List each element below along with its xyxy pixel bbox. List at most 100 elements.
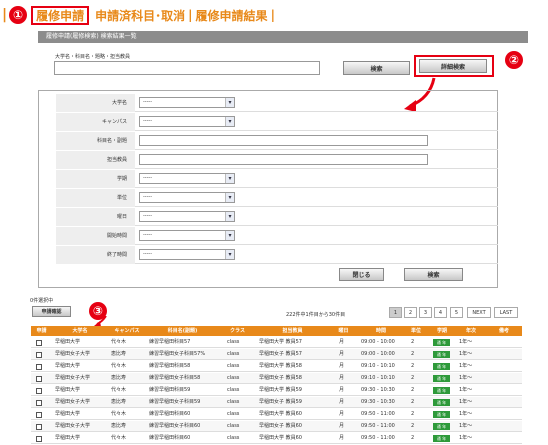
search-button[interactable]: 検索	[343, 61, 410, 75]
pager-button[interactable]: 4	[434, 307, 447, 318]
column-header[interactable]: 科目名(副題)	[146, 326, 219, 336]
table-row[interactable]: 早稲田女子大学 恵比寿 練習早稲田女子科目60 class 早稲田女子 教員60 月 09:…	[31, 421, 522, 432]
table-row[interactable]: 早稲田女子大学 恵比寿 練習早稲田女子科目58 class 早稲田女子 教員58 月 09:…	[31, 373, 522, 384]
chevron-down-icon[interactable]: ▾	[225, 174, 234, 183]
column-header[interactable]: キャンパス	[108, 326, 146, 336]
cell-univ: 早稲田女子大学	[55, 399, 91, 405]
tab-course-application[interactable]: 履修申請	[31, 5, 90, 25]
apply-checkbox[interactable]	[36, 352, 42, 358]
tab-application-results[interactable]: 履修申請結果	[196, 7, 268, 24]
column-header[interactable]: 年次	[456, 326, 486, 336]
term-badge: 通 年	[433, 375, 450, 382]
cell-subject: 練習早稲田女子科目57%	[149, 351, 206, 357]
apply-checkbox[interactable]	[36, 424, 42, 430]
cell-year: 1年～	[459, 399, 473, 405]
form-select[interactable]: ----- ▾	[139, 249, 235, 260]
cell-teacher: 早稲田大学 教員60	[259, 435, 302, 441]
form-select[interactable]: ----- ▾	[139, 211, 235, 222]
cell-univ: 早稲田大学	[55, 435, 81, 441]
term-badge: 通 年	[433, 339, 450, 346]
form-label: キャンパス	[56, 113, 135, 131]
cell-time: 09:10 - 10:10	[361, 375, 395, 381]
term-badge: 通 年	[433, 423, 450, 430]
column-header[interactable]: 備考	[486, 326, 522, 336]
column-header[interactable]: 申請	[31, 326, 52, 336]
table-row[interactable]: 早稲田女子大学 恵比寿 練習早稲田女子科目57% class 早稲田女子 教員57 月 09…	[31, 349, 522, 360]
cell-year: 1年～	[459, 351, 473, 357]
cell-univ: 早稲田大学	[55, 363, 81, 369]
column-header[interactable]: 担当教員	[256, 326, 329, 336]
term-badge: 通 年	[433, 435, 450, 442]
select-value: -----	[143, 213, 153, 219]
pager-button[interactable]: NEXT	[467, 307, 491, 318]
tab-applied-courses[interactable]: 申請済科目･取消	[95, 7, 185, 24]
table-row[interactable]: 早稲田大学 代々木 練習早稲田科目57 class 早稲田大学 教員57 月 09:00 -…	[31, 337, 522, 348]
cell-class: class	[227, 423, 240, 429]
table-row[interactable]: 早稲田女子大学 恵比寿 練習早稲田女子科目59 class 早稲田女子 教員59 月 09:…	[31, 397, 522, 408]
form-select[interactable]: ----- ▾	[139, 173, 235, 184]
apply-checkbox[interactable]	[36, 340, 42, 346]
cell-time: 09:30 - 10:30	[361, 399, 395, 405]
table-row[interactable]: 早稲田大学 代々木 練習早稲田科目59 class 早稲田大学 教員59 月 09:30 -…	[31, 385, 522, 396]
form-label: 単位	[56, 189, 135, 207]
chevron-down-icon[interactable]: ▾	[225, 250, 234, 259]
apply-checkbox[interactable]	[36, 436, 42, 442]
form-select[interactable]: ----- ▾	[139, 192, 235, 203]
cell-subject: 練習早稲田科目60	[149, 435, 191, 441]
chevron-down-icon[interactable]: ▾	[225, 231, 234, 240]
column-header[interactable]: 大学名	[52, 326, 108, 336]
cell-subject: 練習早稲田科目59	[149, 387, 191, 393]
apply-confirm-button[interactable]: 申請確認	[32, 306, 71, 317]
column-header[interactable]: 曜日	[329, 326, 358, 336]
pager-button[interactable]: 5	[450, 307, 463, 318]
cell-class: class	[227, 363, 240, 369]
pager-button[interactable]: LAST	[494, 307, 518, 318]
column-header[interactable]: 単位	[404, 326, 428, 336]
column-header[interactable]: クラス	[219, 326, 256, 336]
cell-subject: 練習早稲田科目60	[149, 411, 191, 417]
cell-campus: 代々木	[111, 435, 127, 441]
apply-checkbox[interactable]	[36, 412, 42, 418]
apply-checkbox[interactable]	[36, 400, 42, 406]
chevron-down-icon[interactable]: ▾	[225, 117, 234, 126]
pager-button[interactable]: 3	[419, 307, 432, 318]
chevron-down-icon[interactable]: ▾	[225, 98, 234, 107]
selected-count: 0件選択中	[30, 298, 54, 304]
form-label: 終了時間	[56, 246, 135, 264]
column-header[interactable]: 学期	[428, 326, 456, 336]
form-text-input[interactable]	[139, 135, 428, 146]
cell-unit: 2	[411, 399, 415, 405]
form-search-button[interactable]: 検索	[404, 268, 463, 281]
cell-univ: 早稲田大学	[55, 411, 81, 417]
pager-button[interactable]: 2	[404, 307, 417, 318]
apply-checkbox[interactable]	[36, 388, 42, 394]
cell-time: 09:10 - 10:10	[361, 363, 395, 369]
select-value: -----	[143, 194, 153, 200]
apply-checkbox[interactable]	[36, 376, 42, 382]
chevron-down-icon[interactable]: ▾	[225, 193, 234, 202]
select-value: -----	[143, 232, 153, 238]
close-button[interactable]: 閉じる	[339, 268, 384, 281]
table-row[interactable]: 早稲田大学 代々木 練習早稲田科目58 class 早稲田大学 教員58 月 09:10 -…	[31, 361, 522, 372]
cell-class: class	[227, 351, 240, 357]
detail-search-button[interactable]: 詳細検索	[419, 59, 487, 73]
cell-time: 09:00 - 10:00	[361, 351, 395, 357]
form-select[interactable]: ----- ▾	[139, 97, 235, 108]
form-label: 学期	[56, 170, 135, 188]
table-row[interactable]: 早稲田大学 代々木 練習早稲田科目60 class 早稲田大学 教員60 月 09:50 -…	[31, 433, 522, 444]
cell-time: 09:50 - 11:00	[361, 435, 395, 441]
apply-checkbox[interactable]	[36, 364, 42, 370]
chevron-down-icon[interactable]: ▾	[225, 212, 234, 221]
form-text-input[interactable]	[139, 154, 428, 165]
cell-class: class	[227, 399, 240, 405]
pager-button[interactable]: 1	[389, 307, 402, 318]
cell-campus: 代々木	[111, 339, 127, 345]
column-header[interactable]: 時間	[358, 326, 404, 336]
form-select[interactable]: ----- ▾	[139, 230, 235, 241]
cell-campus: 代々木	[111, 387, 127, 393]
cell-day: 月	[339, 399, 345, 405]
form-select[interactable]: ----- ▾	[139, 116, 235, 127]
table-row[interactable]: 早稲田大学 代々木 練習早稲田科目60 class 早稲田大学 教員60 月 09:50 -…	[31, 409, 522, 420]
form-row: 科目名・副題	[56, 132, 498, 150]
search-input[interactable]	[54, 61, 320, 75]
